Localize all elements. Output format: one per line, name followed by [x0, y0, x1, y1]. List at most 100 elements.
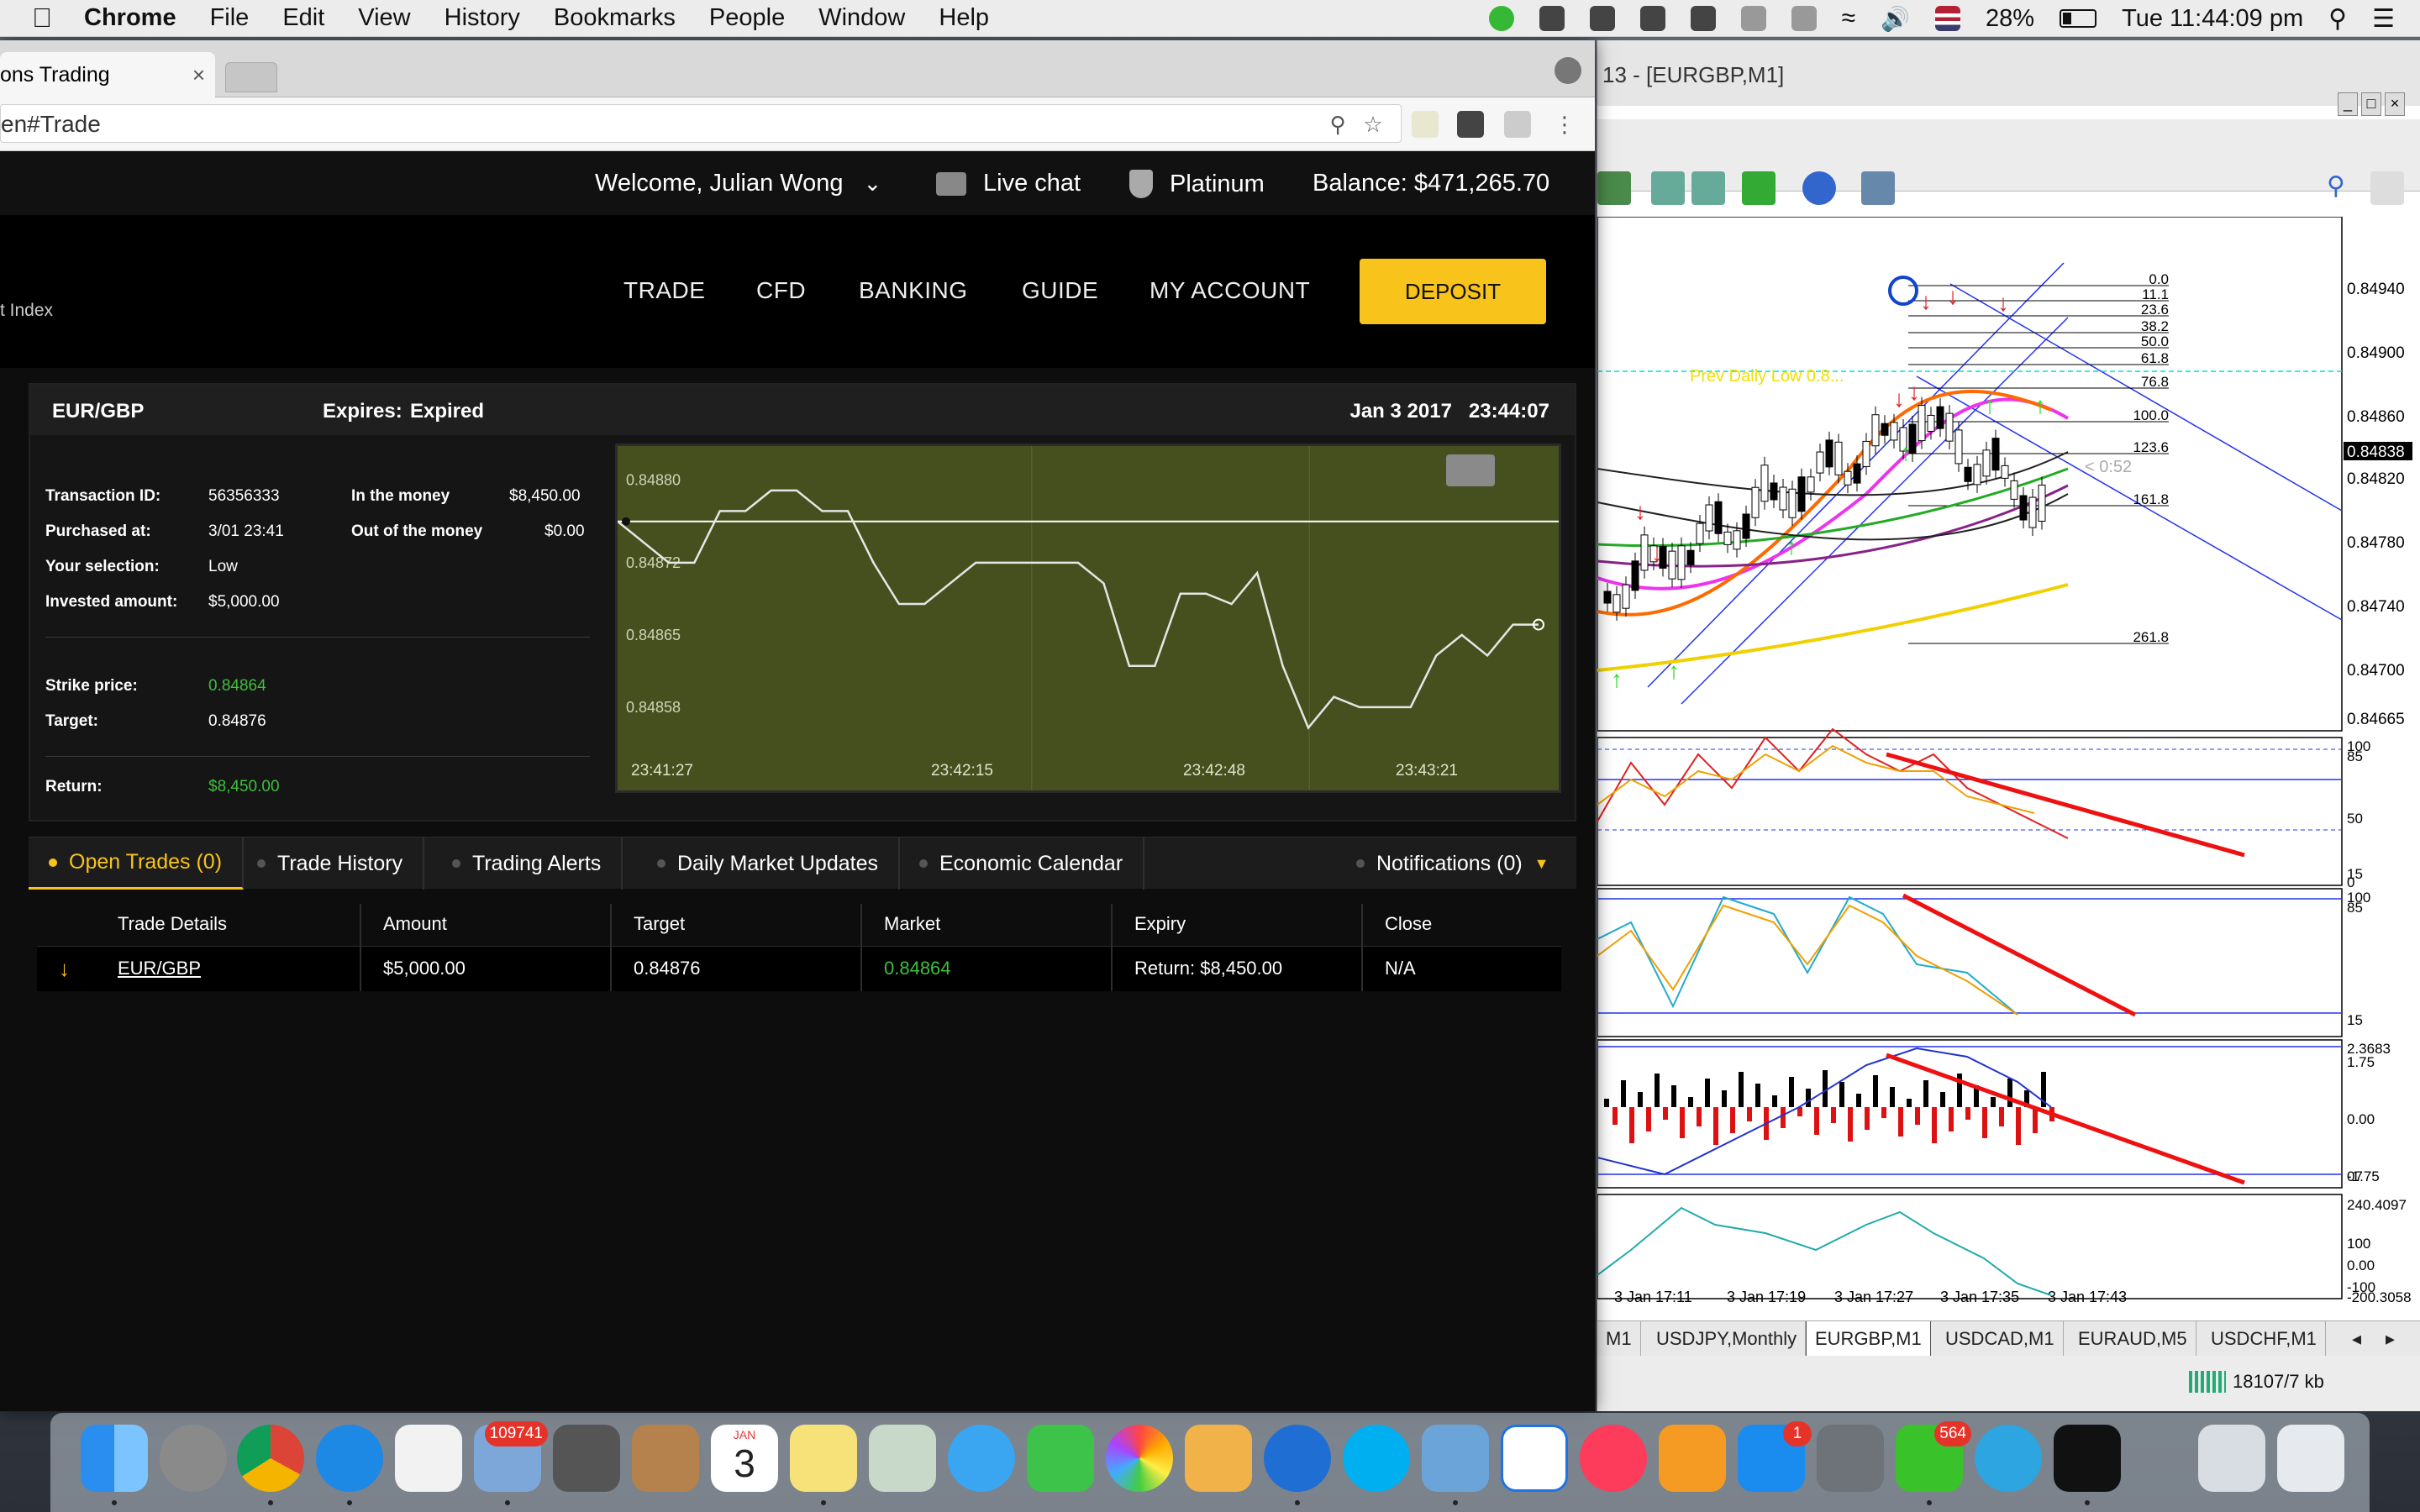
extension-icon-1[interactable]	[1412, 111, 1439, 138]
zoom-search-icon[interactable]: ⚲	[1326, 113, 1349, 136]
add-indicator-icon[interactable]	[1742, 171, 1776, 205]
itunes-icon[interactable]	[1580, 1425, 1647, 1492]
telegram-icon[interactable]	[1975, 1425, 2042, 1492]
time-machine-icon[interactable]	[1740, 6, 1766, 31]
downloads-stack-icon[interactable]	[2198, 1425, 2265, 1492]
nav-trade[interactable]: TRADE	[623, 277, 705, 304]
calculator-icon[interactable]	[553, 1425, 620, 1492]
menu-people[interactable]: People	[709, 4, 785, 32]
openoffice-icon[interactable]	[1264, 1425, 1331, 1492]
chart-shift-icon[interactable]	[1651, 171, 1685, 205]
us-flag-icon[interactable]	[1935, 6, 1961, 31]
pen-tray-icon[interactable]	[1589, 6, 1615, 31]
teamviewer-icon[interactable]	[1501, 1425, 1568, 1492]
chrome-menu-icon[interactable]: ⋮	[1553, 113, 1576, 136]
tab-close-icon[interactable]: ×	[192, 62, 205, 88]
photos-icon[interactable]	[1106, 1425, 1173, 1492]
live-chat-link[interactable]: Live chat	[936, 170, 1081, 197]
tab-economic-calendar[interactable]: Economic Calendar	[899, 837, 1145, 890]
mt4-tab-usdcad[interactable]: USDCAD,M1	[1937, 1321, 2064, 1357]
profile-avatar-icon[interactable]	[1555, 57, 1581, 84]
nav-cfd[interactable]: CFD	[756, 277, 806, 304]
nav-guide[interactable]: GUIDE	[1022, 277, 1098, 304]
chrome-icon[interactable]	[237, 1425, 304, 1492]
xm-app-icon[interactable]	[2054, 1425, 2121, 1492]
camera-tray-icon[interactable]	[1690, 6, 1716, 31]
line-tray-icon[interactable]	[1488, 6, 1514, 31]
tab-daily-market-updates[interactable]: Daily Market Updates	[637, 837, 900, 890]
mt4-tab-m1[interactable]: M1	[1597, 1321, 1641, 1357]
minimize-icon[interactable]: _	[2338, 92, 2358, 116]
finder-icon[interactable]	[81, 1425, 148, 1492]
menu-history[interactable]: History	[445, 4, 520, 32]
site-logo-fragment[interactable]: t Index	[0, 301, 53, 321]
tab-trade-history[interactable]: Trade History	[237, 837, 425, 890]
table-row[interactable]: ↓ EUR/GBP $5,000.00 0.84876 0.84864 Retu…	[37, 946, 1561, 991]
menu-edit[interactable]: Edit	[282, 4, 324, 32]
extension-icon-3[interactable]	[1504, 111, 1531, 138]
menu-view[interactable]: View	[358, 4, 410, 32]
zoom-icon[interactable]: ⚲	[2327, 171, 2360, 205]
menu-bookmarks[interactable]: Bookmarks	[554, 4, 676, 32]
pages-icon[interactable]	[1185, 1425, 1252, 1492]
templates-icon[interactable]	[1861, 171, 1895, 205]
line-app-icon[interactable]: 564	[1896, 1421, 1971, 1492]
tab-scroll-left-icon[interactable]: ◂	[2344, 1321, 2370, 1357]
url-field[interactable]: en#Trade	[0, 104, 1402, 143]
battery-icon[interactable]	[2060, 9, 2097, 28]
mt4-tab-euraud[interactable]: EURAUD,M5	[2070, 1321, 2196, 1357]
mt4-tab-eurgbp[interactable]: EURGBP,M1	[1806, 1321, 1931, 1357]
trash-icon[interactable]	[2277, 1425, 2344, 1492]
numbers-icon[interactable]	[395, 1425, 462, 1492]
browser-tab-active[interactable]: ons Trading ×	[0, 52, 215, 97]
keynote-icon[interactable]	[1422, 1425, 1489, 1492]
contacts-icon[interactable]	[632, 1425, 699, 1492]
cc-tray-icon[interactable]	[1639, 6, 1665, 31]
notes-icon[interactable]	[790, 1425, 857, 1492]
calendar-icon[interactable]: JAN 3	[711, 1425, 778, 1492]
mail-icon[interactable]: 109741	[474, 1421, 548, 1492]
bluetooth-icon[interactable]	[1791, 6, 1817, 31]
preview-icon[interactable]	[869, 1425, 936, 1492]
nav-banking[interactable]: BANKING	[859, 277, 968, 304]
launchpad-icon[interactable]	[160, 1425, 227, 1492]
close-icon[interactable]: ×	[2385, 92, 2405, 116]
download-tray-icon[interactable]	[1539, 6, 1565, 31]
wifi-icon[interactable]: ≈	[1842, 4, 1855, 33]
row-pair-link[interactable]: EUR/GBP	[118, 947, 201, 990]
tier-badge[interactable]: Platinum	[1129, 170, 1265, 198]
new-tab-button[interactable]	[225, 62, 277, 92]
nav-my-account[interactable]: MY ACCOUNT	[1150, 277, 1310, 304]
chat-icon[interactable]	[2370, 171, 2404, 205]
menu-app-name[interactable]: Chrome	[84, 4, 176, 32]
volume-icon[interactable]: 🔊	[1881, 5, 1910, 33]
spotlight-search-icon[interactable]: ⚲	[2328, 4, 2347, 34]
menu-help[interactable]: Help	[939, 4, 989, 32]
grid-icon[interactable]	[1597, 171, 1631, 205]
tab-open-trades[interactable]: Open Trades (0)	[29, 837, 245, 890]
clock[interactable]: Tue 11:44:09 pm	[2122, 5, 2303, 33]
restore-icon[interactable]: □	[2361, 92, 2381, 116]
app-store-icon[interactable]: 1	[1738, 1421, 1812, 1492]
ibooks-icon[interactable]	[1659, 1425, 1726, 1492]
notification-center-icon[interactable]: ☰	[2372, 4, 2395, 34]
menu-window[interactable]: Window	[818, 4, 905, 32]
periods-icon[interactable]	[1802, 171, 1836, 205]
tab-scroll-right-icon[interactable]: ▸	[2377, 1321, 2403, 1357]
tab-trading-alerts[interactable]: Trading Alerts	[432, 837, 623, 890]
safari-icon[interactable]	[316, 1425, 383, 1492]
messages-icon[interactable]	[948, 1425, 1015, 1492]
extension-icon-2[interactable]	[1457, 111, 1484, 138]
skype-icon[interactable]	[1343, 1425, 1410, 1492]
apple-menu-icon[interactable]: 	[0, 3, 84, 34]
deposit-button[interactable]: DEPOSIT	[1360, 259, 1546, 324]
bookmark-star-icon[interactable]: ☆	[1361, 113, 1385, 136]
autoscroll-icon[interactable]	[1691, 171, 1725, 205]
mt4-tab-usdchf[interactable]: USDCHF,M1	[2202, 1321, 2326, 1357]
welcome-menu[interactable]: Welcome, Julian Wong ⌄	[595, 170, 881, 197]
menu-file[interactable]: File	[210, 4, 250, 32]
fullscreen-button[interactable]	[1446, 454, 1495, 486]
system-preferences-icon[interactable]	[1817, 1425, 1884, 1492]
battery-percent[interactable]: 28%	[1986, 5, 2034, 33]
tab-notifications[interactable]: Notifications (0) ▼	[1336, 837, 1570, 890]
